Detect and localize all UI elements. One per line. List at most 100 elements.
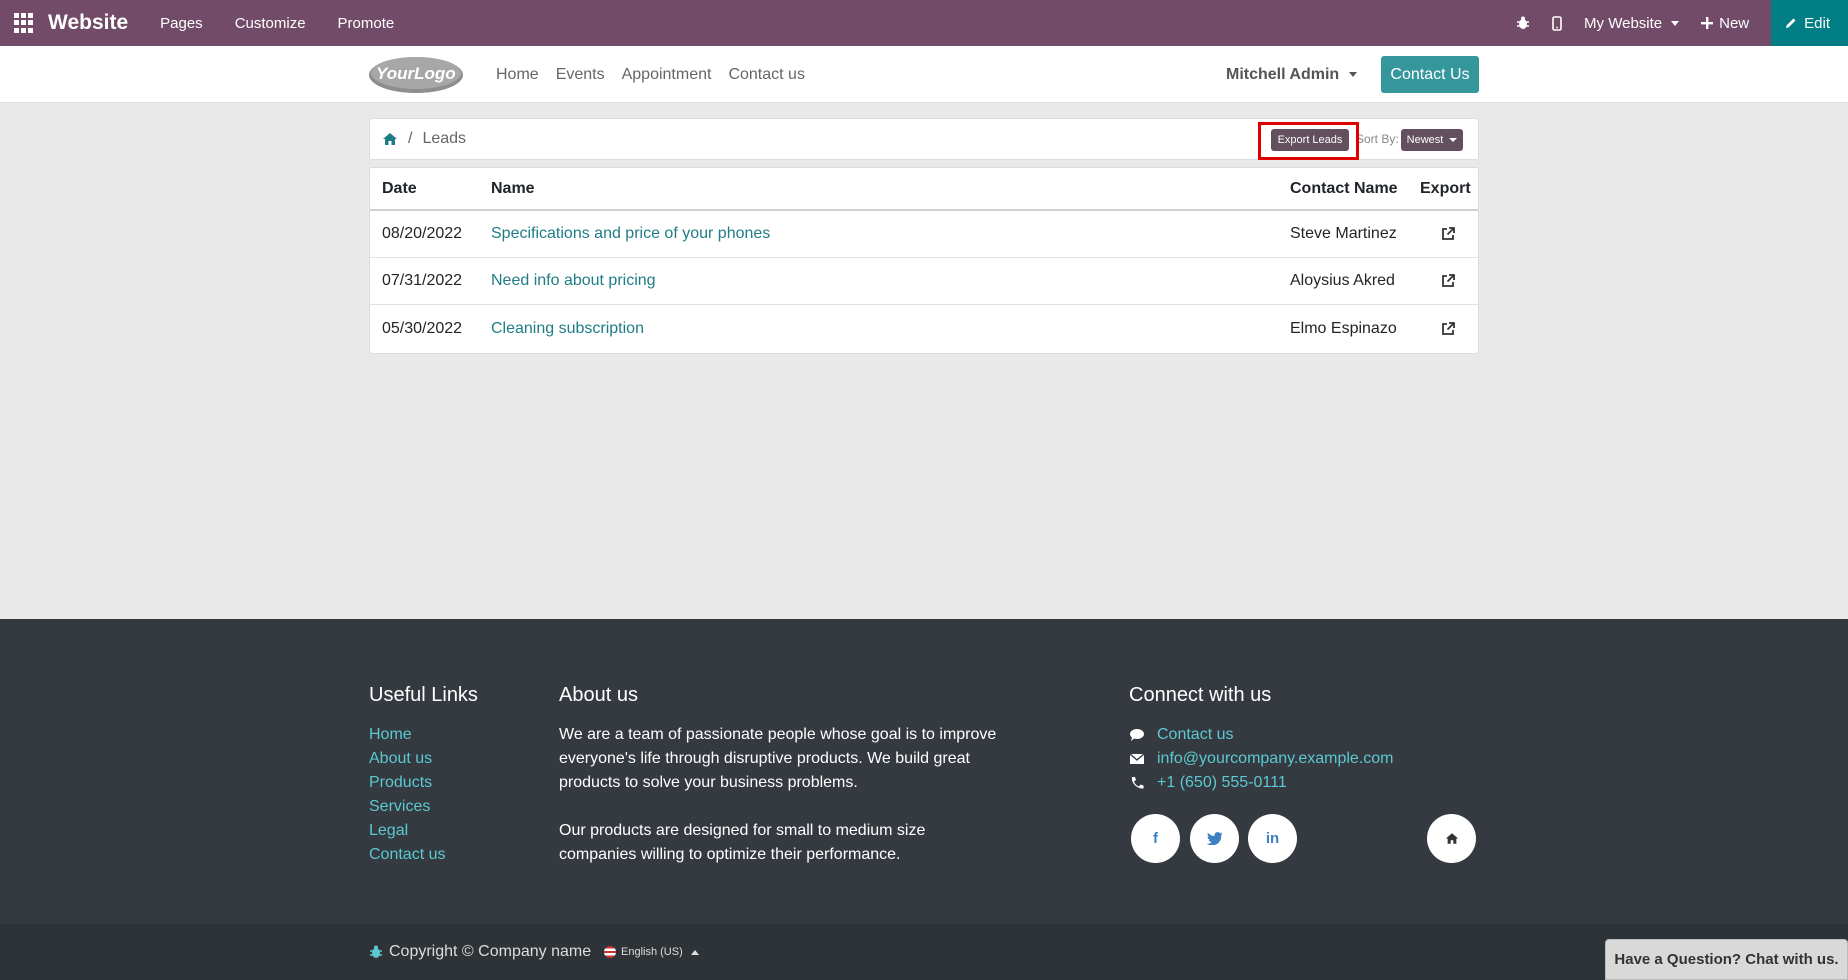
row-date: 05/30/2022 (382, 319, 463, 337)
home-icon (1445, 833, 1458, 844)
live-chat-button[interactable]: Have a Question? Chat with us. (1605, 939, 1848, 980)
chevron-down-icon (1449, 138, 1458, 142)
row-export[interactable] (1419, 258, 1456, 304)
footer-link-contact[interactable]: Contact us (369, 843, 478, 867)
bug-icon[interactable] (369, 945, 383, 959)
footer-email-link[interactable]: info@yourcompany.example.com (1129, 747, 1394, 771)
nav-home[interactable]: Home (496, 66, 539, 84)
company-logo[interactable]: YourLogo (368, 54, 465, 94)
row-lead-link[interactable]: Cleaning subscription (491, 305, 644, 352)
plus-icon (1701, 17, 1714, 29)
useful-links-title: Useful Links (369, 684, 478, 706)
row-export[interactable] (1419, 211, 1456, 257)
sort-value: Newest (1406, 134, 1444, 146)
user-name: Mitchell Admin (1226, 65, 1340, 83)
edit-label: Edit (1804, 14, 1830, 32)
header-name: Name (491, 179, 535, 197)
footer-link-products[interactable]: Products (369, 771, 478, 795)
menu-customize[interactable]: Customize (235, 15, 306, 32)
user-menu[interactable]: Mitchell Admin (1226, 46, 1358, 103)
facebook-glyph: f (1153, 830, 1158, 847)
envelope-icon (1129, 753, 1145, 764)
about-paragraph-2: Our products are designed for small to m… (559, 822, 926, 863)
nav-events[interactable]: Events (556, 66, 605, 84)
external-link-icon (1442, 321, 1455, 335)
external-link-icon (1442, 227, 1455, 240)
external-link-icon (1442, 274, 1455, 287)
language-selector[interactable]: English (US) (604, 924, 699, 980)
footer-link-services[interactable]: Services (369, 795, 478, 819)
language-label: English (US) (621, 946, 683, 958)
row-export[interactable] (1419, 305, 1456, 352)
contact-link-label: Contact us (1157, 726, 1234, 743)
new-label: New (1719, 14, 1750, 32)
row-date: 07/31/2022 (382, 272, 463, 289)
twitter-icon[interactable] (1190, 814, 1239, 863)
footer-link-home[interactable]: Home (369, 723, 478, 747)
breadcrumb: / Leads (382, 119, 466, 159)
site-footer: Useful Links Home About us Products Serv… (0, 619, 1848, 924)
linkedin-glyph: in (1265, 830, 1280, 847)
row-date: 08/20/2022 (382, 225, 463, 242)
email-label: info@yourcompany.example.com (1157, 750, 1394, 767)
about-column: About us We are a team of passionate peo… (559, 684, 999, 867)
footer-link-about[interactable]: About us (369, 747, 478, 771)
home-social-icon[interactable] (1427, 814, 1476, 863)
my-website-label: My Website (1584, 14, 1663, 32)
connect-title: Connect with us (1129, 684, 1272, 706)
mobile-preview-icon[interactable] (1552, 15, 1562, 31)
table-header: Date Name Contact Name Export (370, 168, 1478, 211)
leads-table: Date Name Contact Name Export 08/20/2022… (369, 167, 1479, 354)
header-export: Export (1420, 179, 1471, 197)
us-flag-icon (604, 946, 616, 958)
contact-us-button[interactable]: Contact Us (1381, 56, 1479, 93)
pencil-icon (1786, 18, 1796, 28)
copyright-text: Copyright © Company name (389, 943, 592, 960)
header-date: Date (382, 179, 417, 197)
apps-grid-icon[interactable] (14, 13, 34, 33)
header-contact-name: Contact Name (1290, 179, 1398, 197)
home-icon[interactable] (382, 132, 398, 146)
footer-phone-link[interactable]: +1 (650) 555-0111 (1129, 771, 1394, 795)
table-row: 08/20/2022 Specifications and price of y… (370, 211, 1478, 258)
facebook-icon[interactable]: f (1131, 814, 1180, 863)
site-navbar: YourLogo Home Events Appointment Contact… (0, 46, 1848, 103)
sort-dropdown[interactable]: Newest (1401, 129, 1463, 151)
table-row: 07/31/2022 Need info about pricing Aloys… (370, 258, 1478, 305)
svg-text:YourLogo: YourLogo (376, 64, 456, 83)
app-brand[interactable]: Website (48, 11, 128, 35)
menu-pages[interactable]: Pages (160, 15, 203, 32)
sort-by-label: Sort By: (1356, 132, 1399, 146)
edit-button[interactable]: Edit (1771, 0, 1848, 46)
about-paragraph-1: We are a team of passionate people whose… (559, 726, 997, 791)
connect-column: Connect with us Contact us info@yourcomp… (1129, 684, 1394, 795)
new-button[interactable]: New (1701, 15, 1749, 32)
row-contact: Elmo Espinazo (1290, 319, 1397, 337)
chat-bubble-icon (1130, 729, 1144, 741)
phone-icon (1131, 777, 1144, 789)
menu-promote[interactable]: Promote (338, 15, 395, 32)
export-leads-button[interactable]: Export Leads (1271, 129, 1349, 151)
row-lead-link[interactable]: Need info about pricing (491, 258, 656, 304)
chevron-up-icon (690, 949, 699, 955)
footer-contact-link[interactable]: Contact us (1129, 723, 1394, 747)
linkedin-icon[interactable]: in (1248, 814, 1297, 863)
nav-contact-us[interactable]: Contact us (728, 66, 804, 84)
nav-appointment[interactable]: Appointment (622, 66, 712, 84)
row-lead-link[interactable]: Specifications and price of your phones (491, 211, 770, 257)
my-website-dropdown[interactable]: My Website (1584, 14, 1680, 32)
table-row: 05/30/2022 Cleaning subscription Elmo Es… (370, 305, 1478, 352)
breadcrumb-current: Leads (422, 130, 467, 147)
row-contact: Steve Martinez (1290, 225, 1397, 242)
debug-bug-icon[interactable] (1516, 16, 1530, 30)
admin-bar: Website Pages Customize Promote My Websi… (0, 0, 1848, 46)
breadcrumb-bar: / Leads Sort By: Export Leads Newest (369, 118, 1479, 160)
chevron-down-icon (1349, 72, 1358, 77)
phone-label: +1 (650) 555-0111 (1157, 774, 1287, 791)
footer-link-legal[interactable]: Legal (369, 819, 478, 843)
row-contact: Aloysius Akred (1290, 272, 1395, 289)
copyright-bar: Copyright © Company name English (US) (0, 924, 1848, 980)
useful-links-column: Useful Links Home About us Products Serv… (369, 684, 478, 867)
main-nav: Home Events Appointment Contact us (496, 46, 805, 103)
copyright: Copyright © Company name (369, 924, 591, 980)
